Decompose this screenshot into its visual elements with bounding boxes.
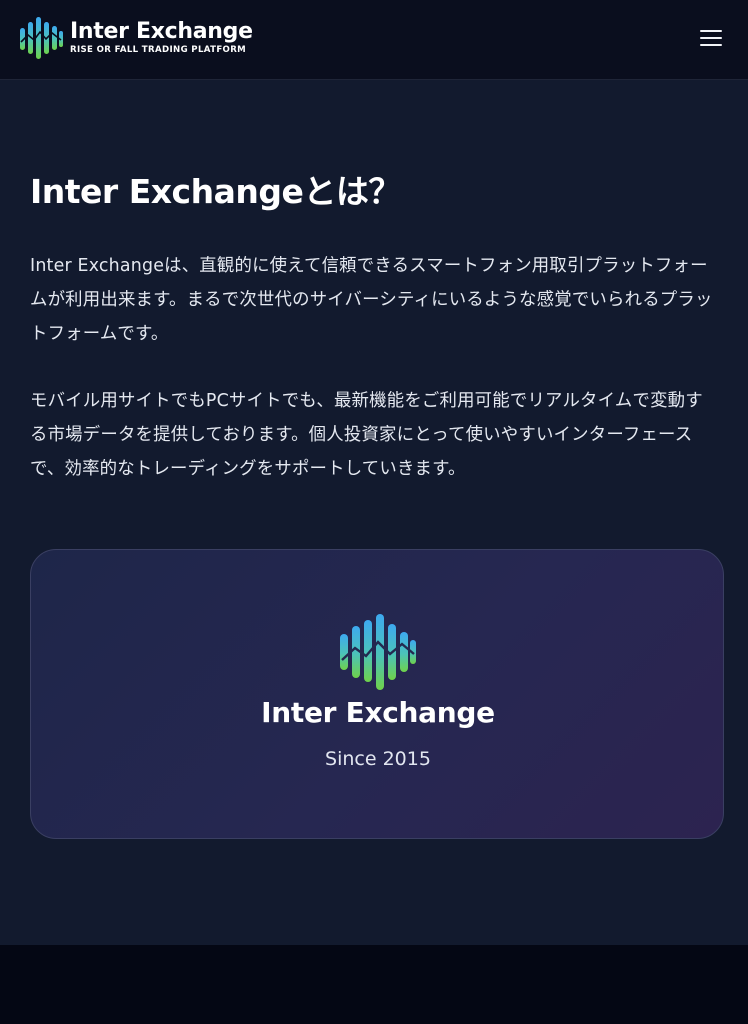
features-paragraph: モバイル用サイトでもPCサイトでも、最新機能をご利用可能でリアルタイムで変動する…	[30, 391, 703, 479]
menu-line	[700, 37, 722, 40]
menu-line	[700, 44, 722, 47]
about-section: Inter Exchangeとは？ Inter Exchangeは、直観的に使え…	[0, 80, 748, 945]
brand-tagline: RISE OR FALL TRADING PLATFORM	[70, 45, 247, 55]
card-brand-name: Inter Exchange	[261, 696, 495, 729]
site-header: Inter Exchange RISE OR FALL TRADING PLAT…	[0, 0, 748, 80]
equalizer-bars-logo-icon	[340, 614, 416, 690]
brand-card: Inter Exchange Since 2015	[30, 549, 724, 839]
page-title: Inter Exchangeとは？	[30, 172, 401, 211]
hamburger-menu-icon[interactable]	[698, 26, 726, 52]
intro-paragraph: Inter Exchangeは、直観的に使えて信頼できるスマートフォン用取引プラ…	[30, 256, 713, 344]
brand-name: Inter Exchange	[70, 19, 253, 44]
card-since-text: Since 2015	[325, 748, 431, 770]
menu-line	[700, 30, 722, 33]
brand-text: Inter Exchange RISE OR FALL TRADING PLAT…	[70, 20, 253, 56]
brand[interactable]: Inter Exchange RISE OR FALL TRADING PLAT…	[18, 14, 253, 62]
equalizer-bars-logo-icon	[20, 17, 63, 59]
site-footer	[0, 945, 748, 1024]
